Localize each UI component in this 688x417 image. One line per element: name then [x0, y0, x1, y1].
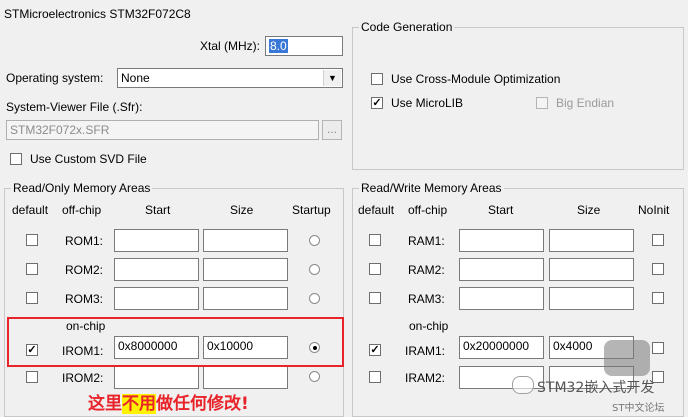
sfr-browse-button[interactable]: ...	[322, 120, 342, 140]
custom-svd-label: Use Custom SVD File	[30, 152, 147, 166]
device-name: STMicroelectronics STM32F072C8	[4, 7, 191, 21]
xtal-input[interactable]: 8.0	[265, 36, 343, 56]
rom2-start-input[interactable]	[114, 258, 199, 281]
rw-onchip-label: on-chip	[409, 319, 449, 333]
ram3-noinit-checkbox[interactable]	[652, 292, 664, 304]
rw-header-noinit: NoInit	[638, 203, 670, 217]
ro-header-default: default	[12, 203, 49, 217]
rw-header-default: default	[358, 203, 395, 217]
ro-header-offchip: off-chip	[62, 203, 102, 217]
irom2-default-checkbox[interactable]	[26, 371, 38, 383]
cross-module-checkbox[interactable]	[371, 73, 383, 85]
highlight-box	[7, 317, 344, 367]
ro-header-size: Size	[230, 203, 254, 217]
rom1-size-input[interactable]	[203, 229, 288, 252]
iram1-default-checkbox[interactable]: ✓	[369, 344, 381, 356]
chevron-down-icon[interactable]: ▼	[323, 70, 341, 86]
ram2-size-input[interactable]	[549, 258, 634, 281]
readwrite-memory-title: Read/Write Memory Areas	[361, 181, 502, 195]
readonly-memory-title: Read/Only Memory Areas	[13, 181, 151, 195]
ram1-default-checkbox[interactable]	[369, 234, 381, 246]
sfr-label: System-Viewer File (.Sfr):	[6, 100, 143, 114]
ram3-default-checkbox[interactable]	[369, 292, 381, 304]
ram3-start-input[interactable]	[459, 287, 544, 310]
sfr-value: STM32F072x.SFR	[10, 123, 110, 137]
rw-header-offchip: off-chip	[408, 203, 448, 217]
big-endian-checkbox[interactable]	[536, 97, 548, 109]
annotation-emph: 不用	[122, 394, 156, 414]
rom3-label: ROM3:	[65, 292, 104, 306]
rom1-start-input[interactable]	[114, 229, 199, 252]
custom-svd-checkbox[interactable]	[10, 153, 22, 165]
cross-module-label: Use Cross-Module Optimization	[391, 72, 561, 86]
irom2-label: IROM2:	[62, 371, 104, 385]
os-label: Operating system:	[6, 71, 104, 85]
rom2-label: ROM2:	[65, 263, 104, 277]
ram2-start-input[interactable]	[459, 258, 544, 281]
iram1-label: IRAM1:	[405, 344, 446, 358]
microlib-label: Use MicroLIB	[391, 96, 464, 110]
ram2-noinit-checkbox[interactable]	[652, 263, 664, 275]
iram2-label: IRAM2:	[405, 371, 446, 385]
rom3-default-checkbox[interactable]	[26, 292, 38, 304]
rom2-size-input[interactable]	[203, 258, 288, 281]
ram3-label: RAM3:	[408, 292, 445, 306]
big-endian-label: Big Endian	[556, 96, 615, 110]
iram1-start-input[interactable]: 0x20000000	[459, 336, 544, 359]
ro-header-startup: Startup	[292, 203, 331, 217]
irom2-start-input[interactable]	[114, 366, 199, 389]
watermark-text: STM32嵌入式开发	[537, 380, 655, 396]
rw-header-start: Start	[488, 203, 514, 217]
iram2-default-checkbox[interactable]	[369, 371, 381, 383]
chat-bubble-icon	[604, 340, 650, 376]
rw-header-size: Size	[577, 203, 601, 217]
watermark-subtext: ST中文论坛	[612, 403, 665, 414]
annotation-before: 这里	[88, 394, 122, 414]
rom2-startup-radio[interactable]	[309, 264, 320, 275]
rom1-startup-radio[interactable]	[309, 235, 320, 246]
xtal-value: 8.0	[269, 39, 288, 53]
ram3-size-input[interactable]	[549, 287, 634, 310]
code-generation-title: Code Generation	[361, 20, 453, 34]
rom3-start-input[interactable]	[114, 287, 199, 310]
ram2-default-checkbox[interactable]	[369, 263, 381, 275]
ram1-start-input[interactable]	[459, 229, 544, 252]
ram1-size-input[interactable]	[549, 229, 634, 252]
rom3-startup-radio[interactable]	[309, 293, 320, 304]
wechat-icon	[512, 376, 534, 394]
rom2-default-checkbox[interactable]	[26, 263, 38, 275]
ro-header-start: Start	[145, 203, 171, 217]
sfr-input[interactable]: STM32F072x.SFR	[6, 120, 319, 140]
annotation-caption: 这里不用做任何修改!	[88, 393, 249, 417]
iram1-noinit-checkbox[interactable]	[652, 342, 664, 354]
microlib-checkbox[interactable]: ✓	[371, 97, 383, 109]
xtal-label: Xtal (MHz):	[200, 39, 260, 53]
irom2-size-input[interactable]	[203, 366, 288, 389]
os-select[interactable]: None ▼	[117, 68, 343, 88]
ram1-label: RAM1:	[408, 234, 445, 248]
rom1-label: ROM1:	[65, 234, 104, 248]
rom1-default-checkbox[interactable]	[26, 234, 38, 246]
os-value: None	[121, 71, 150, 85]
rom3-size-input[interactable]	[203, 287, 288, 310]
irom2-startup-radio[interactable]	[309, 371, 320, 382]
code-generation-group: Code Generation	[352, 20, 684, 170]
ram2-label: RAM2:	[408, 263, 445, 277]
ram1-noinit-checkbox[interactable]	[652, 234, 664, 246]
annotation-after: 做任何修改!	[156, 394, 249, 414]
